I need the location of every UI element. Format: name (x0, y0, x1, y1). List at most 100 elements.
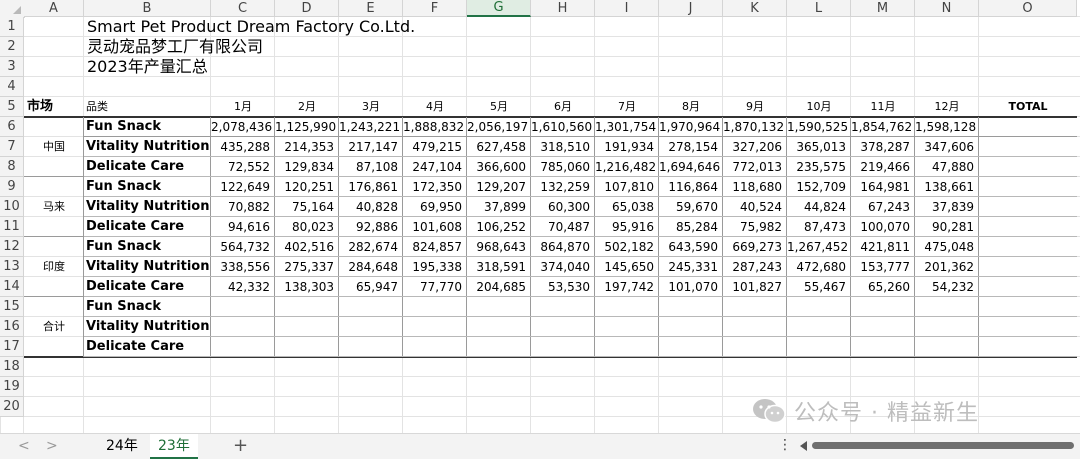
header-category[interactable]: 品类 (86, 97, 213, 117)
data-cell[interactable]: 77,770 (403, 277, 467, 297)
data-cell[interactable] (403, 317, 467, 337)
header-month[interactable]: 11月 (851, 97, 915, 117)
data-cell[interactable]: 92,886 (339, 217, 403, 237)
data-cell[interactable]: 195,338 (403, 257, 467, 277)
data-cell[interactable]: 201,362 (915, 257, 979, 277)
data-cell[interactable]: 90,281 (915, 217, 979, 237)
category-label[interactable]: Fun Snack (84, 177, 211, 197)
header-month[interactable]: 10月 (787, 97, 851, 117)
column-header-b[interactable]: B (84, 0, 211, 17)
data-cell[interactable]: 75,982 (723, 217, 787, 237)
data-cell[interactable]: 1,970,964 (659, 117, 723, 137)
header-total[interactable]: TOTAL (979, 97, 1077, 117)
data-cell[interactable]: 327,206 (723, 137, 787, 157)
row-header-11[interactable]: 11 (0, 217, 24, 237)
data-cell[interactable]: 219,466 (851, 157, 915, 177)
row-header-2[interactable]: 2 (0, 37, 24, 57)
data-cell[interactable] (531, 297, 595, 317)
data-cell[interactable]: 374,040 (531, 257, 595, 277)
data-cell[interactable]: 54,232 (915, 277, 979, 297)
row-header-17[interactable]: 17 (0, 337, 24, 357)
data-cell[interactable] (595, 297, 659, 317)
title-line1[interactable]: Smart Pet Product Dream Factory Co.Ltd. (87, 17, 587, 37)
data-cell[interactable]: 132,259 (531, 177, 595, 197)
data-cell[interactable] (339, 297, 403, 317)
header-month[interactable]: 12月 (915, 97, 979, 117)
data-cell[interactable]: 145,650 (595, 257, 659, 277)
data-cell[interactable] (403, 337, 467, 357)
data-cell[interactable]: 65,947 (339, 277, 403, 297)
row-header-5[interactable]: 5 (0, 97, 24, 117)
data-cell[interactable]: 176,861 (339, 177, 403, 197)
total-cell[interactable] (979, 137, 1077, 157)
row-header-20[interactable]: 20 (0, 397, 24, 417)
data-cell[interactable]: 318,510 (531, 137, 595, 157)
data-cell[interactable] (211, 337, 275, 357)
category-label[interactable]: Delicate Care (84, 157, 211, 177)
header-month[interactable]: 2月 (275, 97, 339, 117)
market-label[interactable]: 马来 (24, 177, 84, 237)
data-cell[interactable]: 138,661 (915, 177, 979, 197)
total-cell[interactable] (979, 157, 1077, 177)
column-header-c[interactable]: C (211, 0, 275, 17)
data-cell[interactable] (339, 317, 403, 337)
data-cell[interactable]: 627,458 (467, 137, 531, 157)
data-cell[interactable]: 1,888,832 (403, 117, 467, 137)
add-sheet-button[interactable]: + (233, 435, 248, 456)
row-header-14[interactable]: 14 (0, 277, 24, 297)
data-cell[interactable]: 44,824 (787, 197, 851, 217)
data-cell[interactable]: 247,104 (403, 157, 467, 177)
data-cell[interactable]: 214,353 (275, 137, 339, 157)
data-cell[interactable]: 53,530 (531, 277, 595, 297)
data-cell[interactable]: 347,606 (915, 137, 979, 157)
data-cell[interactable]: 65,038 (595, 197, 659, 217)
data-cell[interactable] (275, 297, 339, 317)
data-cell[interactable] (467, 297, 531, 317)
data-cell[interactable]: 85,284 (659, 217, 723, 237)
data-cell[interactable]: 772,013 (723, 157, 787, 177)
data-cell[interactable] (659, 317, 723, 337)
data-cell[interactable]: 2,056,197 (467, 117, 531, 137)
data-cell[interactable]: 378,287 (851, 137, 915, 157)
data-cell[interactable]: 69,950 (403, 197, 467, 217)
data-cell[interactable]: 245,331 (659, 257, 723, 277)
data-cell[interactable]: 643,590 (659, 237, 723, 257)
data-cell[interactable]: 164,981 (851, 177, 915, 197)
row-header-16[interactable]: 16 (0, 317, 24, 337)
row-header-9[interactable]: 9 (0, 177, 24, 197)
header-market[interactable]: 市场 (27, 97, 87, 117)
data-cell[interactable]: 284,648 (339, 257, 403, 277)
data-cell[interactable] (915, 337, 979, 357)
data-cell[interactable]: 75,164 (275, 197, 339, 217)
data-cell[interactable]: 106,252 (467, 217, 531, 237)
data-cell[interactable]: 1,301,754 (595, 117, 659, 137)
data-cell[interactable]: 421,811 (851, 237, 915, 257)
sheet-tab-24[interactable]: 24年 (98, 434, 146, 459)
total-cell[interactable] (979, 197, 1077, 217)
category-label[interactable]: Delicate Care (84, 277, 211, 297)
data-cell[interactable]: 669,273 (723, 237, 787, 257)
data-cell[interactable] (339, 337, 403, 357)
data-cell[interactable] (723, 337, 787, 357)
total-cell[interactable] (979, 337, 1077, 357)
header-month[interactable]: 4月 (403, 97, 467, 117)
data-cell[interactable]: 1,216,482 (595, 157, 659, 177)
data-cell[interactable] (851, 337, 915, 357)
data-cell[interactable]: 65,260 (851, 277, 915, 297)
data-cell[interactable]: 275,337 (275, 257, 339, 277)
header-month[interactable]: 1月 (211, 97, 275, 117)
column-header-j[interactable]: J (659, 0, 723, 17)
data-cell[interactable]: 100,070 (851, 217, 915, 237)
header-month[interactable]: 3月 (339, 97, 403, 117)
header-month[interactable]: 5月 (467, 97, 531, 117)
data-cell[interactable] (723, 317, 787, 337)
column-header-g[interactable]: G (467, 0, 531, 17)
data-cell[interactable]: 1,870,132 (723, 117, 787, 137)
data-cell[interactable]: 365,013 (787, 137, 851, 157)
data-cell[interactable]: 94,616 (211, 217, 275, 237)
horizontal-scrollbar[interactable] (812, 442, 1074, 449)
data-cell[interactable] (595, 317, 659, 337)
data-cell[interactable]: 101,070 (659, 277, 723, 297)
data-cell[interactable]: 479,215 (403, 137, 467, 157)
data-cell[interactable]: 67,243 (851, 197, 915, 217)
